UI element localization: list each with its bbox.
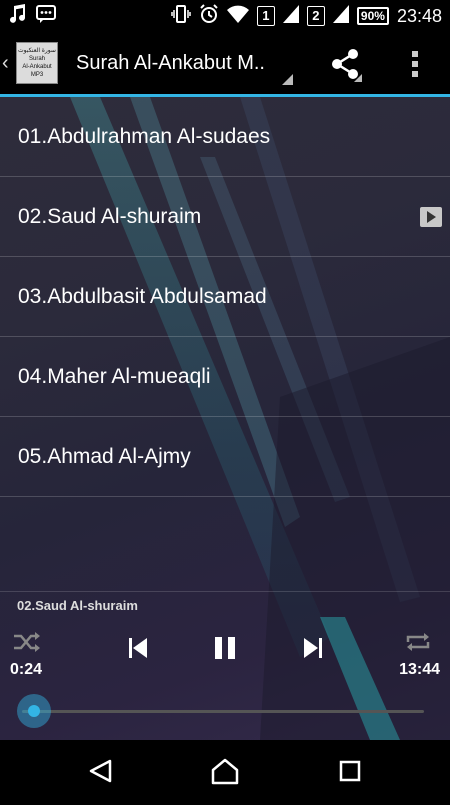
logo-text-line1: Surah <box>28 56 45 62</box>
navigation-bar <box>0 740 450 800</box>
up-navigation-icon[interactable]: ‹ <box>2 52 16 75</box>
seek-thumb[interactable] <box>17 694 52 728</box>
now-playing-icon <box>420 207 442 227</box>
messages-icon <box>36 4 56 28</box>
previous-icon <box>129 638 147 658</box>
wifi-icon <box>226 5 249 28</box>
sim2-badge: 2 <box>306 6 325 26</box>
next-icon <box>304 638 322 658</box>
shuffle-button[interactable] <box>12 630 42 659</box>
previous-button[interactable] <box>126 636 150 665</box>
now-playing-title: 02.Saud Al-shuraim <box>17 598 138 613</box>
app-logo[interactable]: سورة العنكبوت Surah Al-Ankabut MP3 <box>16 42 58 84</box>
action-bar: ‹ سورة العنكبوت Surah Al-Ankabut MP3 Sur… <box>0 32 450 94</box>
track-title: 01.Abdulrahman Al-sudaes <box>18 124 271 148</box>
list-item[interactable]: 04.Maher Al-mueaqli <box>0 337 450 417</box>
back-icon[interactable] <box>89 759 112 783</box>
title-dropdown-indicator <box>282 74 293 85</box>
repeat-icon <box>406 633 430 651</box>
seek-bar[interactable] <box>22 710 424 713</box>
elapsed-time: 0:24 <box>10 661 43 678</box>
pause-button[interactable] <box>212 634 238 667</box>
logo-text-line2: Al-Ankabut MP3 <box>22 64 52 78</box>
status-bar: 1 2 90% 23:48 <box>0 0 450 32</box>
battery-indicator: 90% <box>356 7 389 25</box>
clock: 23:48 <box>396 5 442 26</box>
alarm-icon <box>199 3 219 29</box>
repeat-button[interactable] <box>404 630 432 659</box>
share-dropdown-indicator <box>354 74 362 82</box>
track-title: 03.Abdulbasit Abdulsamad <box>18 284 267 308</box>
signal-icon <box>332 4 349 28</box>
logo-text-arabic: سورة العنكبوت <box>18 48 56 54</box>
recents-icon[interactable] <box>339 760 361 782</box>
overflow-menu-button[interactable] <box>403 46 427 82</box>
player-panel: 02.Saud Al-shuraim 0:24 13:44 <box>0 591 450 741</box>
total-duration: 13:44 <box>399 661 440 678</box>
list-item[interactable]: 01.Abdulrahman Al-sudaes <box>0 97 450 177</box>
list-item[interactable]: 05.Ahmad Al-Ajmy <box>0 417 450 497</box>
pause-icon <box>215 637 235 659</box>
page-title[interactable]: Surah Al-Ankabut M.. <box>76 52 276 75</box>
overflow-menu-icon <box>412 51 418 77</box>
signal-icon <box>282 4 299 28</box>
shuffle-icon <box>14 632 40 652</box>
track-title: 02.Saud Al-shuraim <box>18 204 202 228</box>
list-item[interactable]: 03.Abdulbasit Abdulsamad <box>0 257 450 337</box>
home-icon[interactable] <box>211 758 239 785</box>
sim1-badge: 1 <box>256 6 275 26</box>
track-list: 01.Abdulrahman Al-sudaes 02.Saud Al-shur… <box>0 97 450 497</box>
track-title: 05.Ahmad Al-Ajmy <box>18 444 191 468</box>
vibrate-icon <box>171 4 191 28</box>
music-note-icon <box>8 3 26 29</box>
list-item[interactable]: 02.Saud Al-shuraim <box>0 177 450 257</box>
next-button[interactable] <box>301 636 325 665</box>
track-title: 04.Maher Al-mueaqli <box>18 364 211 388</box>
